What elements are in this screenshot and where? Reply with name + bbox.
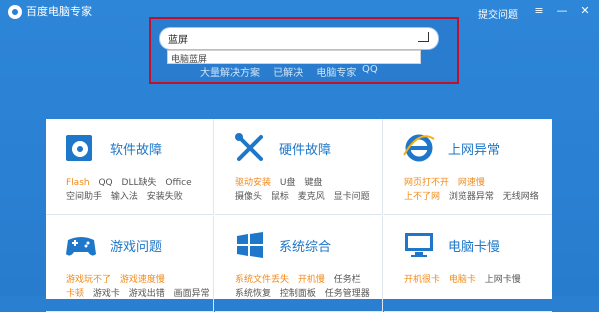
windows-icon	[237, 232, 263, 258]
tag-link[interactable]: 游戏玩不了	[66, 275, 111, 285]
tag-link[interactable]: QQ	[98, 178, 112, 188]
card-title: 硬件故障	[279, 143, 332, 158]
card-row: 空间助手 输入法 安装失败	[66, 189, 189, 202]
search-suggestions: 电脑蓝屏	[167, 50, 421, 65]
tag-link[interactable]: 电脑卡	[449, 275, 476, 285]
card-title: 软件故障	[110, 143, 163, 158]
menu-icon[interactable]: ≡	[531, 4, 547, 18]
card-row: 网页打不开 网速慢	[404, 175, 491, 188]
enter-icon[interactable]	[418, 32, 429, 42]
tag-link[interactable]: 鼠标	[271, 192, 289, 202]
tag-link[interactable]: 上不了网	[404, 192, 440, 202]
tag-link[interactable]: 任务管理器	[325, 289, 370, 299]
tag-link[interactable]: DLL缺失	[122, 178, 157, 188]
tag-link[interactable]: 开机慢	[298, 275, 325, 285]
link-item[interactable]: 大量解决方案	[200, 68, 260, 79]
tag-link[interactable]: 驱动安装	[235, 178, 271, 188]
card-games[interactable]: 游戏问题 游戏玩不了 游戏速度慢 卡顿 游戏卡 游戏出错 画面异常	[46, 216, 214, 312]
card-slow-pc[interactable]: 电脑卡慢 开机很卡 电脑卡 上网卡慢	[384, 216, 552, 312]
link-item[interactable]: 已解决	[273, 68, 303, 79]
baidu-logo-icon	[8, 5, 22, 19]
card-row: 系统文件丢失 开机慢 任务栏	[235, 272, 367, 285]
disc-icon	[66, 135, 92, 161]
tag-link[interactable]: 网速慢	[458, 178, 485, 188]
card-row: 游戏玩不了 游戏速度慢	[66, 272, 171, 285]
card-title: 上网异常	[448, 143, 501, 158]
tag-link[interactable]: Office	[165, 178, 191, 188]
tag-link[interactable]: 任务栏	[334, 275, 361, 285]
card-row: 卡顿 游戏卡 游戏出错 画面异常	[66, 286, 216, 299]
feedback-link[interactable]: 提交问题	[478, 6, 518, 21]
gamepad-icon	[66, 237, 96, 256]
card-row: 摄像头 鼠标 麦克风 显卡问题	[235, 189, 376, 202]
tag-link[interactable]: 空间助手	[66, 192, 102, 202]
tag-link[interactable]: 麦克风	[298, 192, 325, 202]
card-system[interactable]: 系统综合 系统文件丢失 开机慢 任务栏 系统恢复 控制面板 任务管理器	[215, 216, 383, 312]
tag-link[interactable]: 输入法	[111, 192, 138, 202]
card-row: 系统恢复 控制面板 任务管理器	[235, 286, 376, 299]
app-title: 百度电脑专家	[26, 5, 92, 18]
tools-icon	[235, 133, 263, 161]
card-row: 上不了网 浏览器异常 无线网络	[404, 189, 545, 202]
tag-link[interactable]: 安装失败	[147, 192, 183, 202]
ie-browser-icon	[403, 134, 435, 162]
link-item[interactable]: 电脑专家	[316, 68, 356, 79]
qq-link[interactable]: QQ	[362, 64, 378, 75]
card-network[interactable]: 上网异常 网页打不开 网速慢 上不了网 浏览器异常 无线网络	[384, 119, 552, 215]
card-row: 开机很卡 电脑卡 上网卡慢	[404, 272, 527, 285]
quick-links: 大量解决方案 已解决 电脑专家	[200, 64, 366, 79]
tag-link[interactable]: 无线网络	[503, 192, 539, 202]
card-hardware[interactable]: 硬件故障 驱动安装 U盘 键盘 摄像头 鼠标 麦克风 显卡问题	[215, 119, 383, 215]
tag-link[interactable]: 键盘	[304, 178, 322, 188]
tag-link[interactable]: U盘	[280, 178, 296, 188]
close-icon[interactable]: ✕	[577, 4, 593, 18]
card-title: 游戏问题	[110, 240, 163, 255]
tag-link[interactable]: 系统文件丢失	[235, 275, 289, 285]
tag-link[interactable]: 画面异常	[174, 289, 210, 299]
search-input[interactable]	[168, 31, 408, 46]
tag-link[interactable]: 游戏出错	[129, 289, 165, 299]
tag-link[interactable]: 游戏卡	[93, 289, 120, 299]
monitor-icon	[405, 233, 433, 257]
tag-link[interactable]: 卡顿	[66, 289, 84, 299]
card-software[interactable]: 软件故障 Flash QQ DLL缺失 Office 空间助手 输入法 安装失败	[46, 119, 214, 215]
tag-link[interactable]: 显卡问题	[334, 192, 370, 202]
minimize-icon[interactable]: —	[554, 4, 570, 18]
card-title: 系统综合	[279, 240, 332, 255]
problem-grid: 软件故障 Flash QQ DLL缺失 Office 空间助手 输入法 安装失败…	[46, 119, 552, 312]
card-title: 电脑卡慢	[448, 240, 501, 255]
tag-link[interactable]: Flash	[66, 178, 90, 188]
tag-link[interactable]: 控制面板	[280, 289, 316, 299]
search-box[interactable]	[160, 28, 438, 49]
tag-link[interactable]: 开机很卡	[404, 275, 440, 285]
card-row: Flash QQ DLL缺失 Office	[66, 175, 198, 188]
card-row: 驱动安装 U盘 键盘	[235, 175, 328, 188]
tag-link[interactable]: 上网卡慢	[485, 275, 521, 285]
tag-link[interactable]: 浏览器异常	[449, 192, 494, 202]
tag-link[interactable]: 摄像头	[235, 192, 262, 202]
tag-link[interactable]: 游戏速度慢	[120, 275, 165, 285]
tag-link[interactable]: 网页打不开	[404, 178, 449, 188]
tag-link[interactable]: 系统恢复	[235, 289, 271, 299]
